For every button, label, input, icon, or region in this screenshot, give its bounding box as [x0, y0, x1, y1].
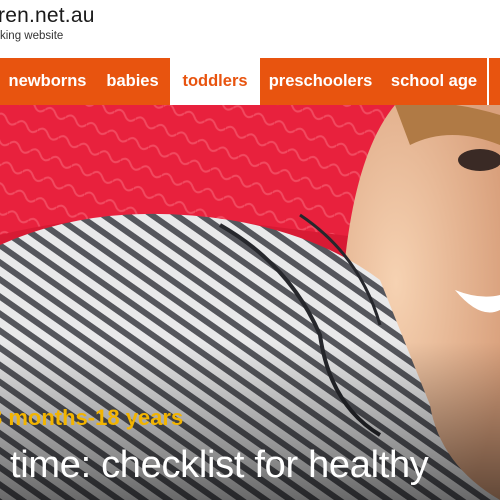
age-range-label: 3 months-18 years	[0, 405, 184, 430]
site-logo-text[interactable]: ren.net.au	[0, 4, 95, 28]
child-photo	[0, 105, 500, 500]
main-nav: newborns babies toddlers preschoolers sc…	[0, 58, 500, 105]
nav-item-school-age[interactable]: school age	[381, 58, 487, 105]
nav-item-label: newborns	[8, 72, 87, 90]
nav-item-label: school age	[390, 72, 478, 90]
nav-item-label: toddlers	[182, 72, 248, 90]
nav-divider	[487, 58, 489, 105]
site-header: ren.net.au king website	[0, 0, 500, 58]
site-tagline: king website	[0, 30, 64, 42]
nav-item-preschoolers[interactable]: preschoolers	[260, 58, 381, 105]
article-headline[interactable]: time: checklist for healthy	[10, 444, 429, 487]
nav-item-label: preschoolers	[268, 72, 373, 90]
nav-item-toddlers[interactable]: toddlers	[170, 58, 260, 105]
nav-item-babies[interactable]: babies	[95, 58, 170, 105]
hero-image[interactable]	[0, 105, 500, 500]
nav-item-label: babies	[106, 72, 159, 90]
nav-item-newborns[interactable]: newborns	[0, 58, 95, 105]
